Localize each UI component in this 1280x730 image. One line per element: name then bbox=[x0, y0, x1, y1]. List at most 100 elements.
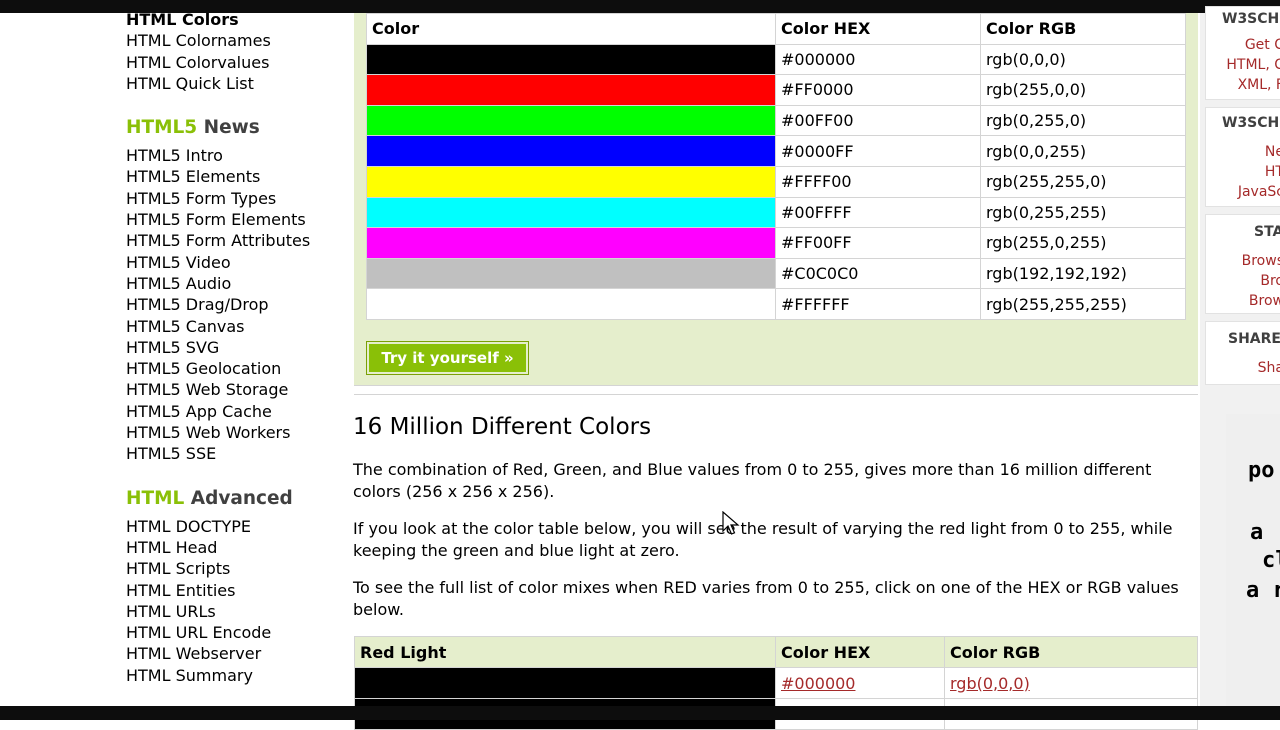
advertisement-image: po a cl a r bbox=[1226, 414, 1280, 706]
table-row: #00FFFF rgb(0,255,255) bbox=[366, 196, 1186, 229]
sidebar-item-html-head[interactable]: HTML Head bbox=[126, 537, 341, 558]
hex-cell: #C0C0C0 bbox=[775, 257, 981, 290]
column-header-red-light: Red Light bbox=[354, 636, 776, 668]
bottom-black-bar bbox=[0, 706, 1280, 720]
hex-cell: #FF0000 bbox=[775, 74, 981, 106]
sidebar-item-html-entities[interactable]: HTML Entities bbox=[126, 580, 341, 601]
right-box-link[interactable]: Brow bbox=[1206, 291, 1280, 311]
sidebar-item-html5-svg[interactable]: HTML5 SVG bbox=[126, 337, 341, 358]
right-box-w3schools-1: W3SCH Get C HTML, C XML, F bbox=[1205, 6, 1280, 100]
table-row: #FF0000 rgb(255,0,0) bbox=[366, 74, 1186, 106]
hex-cell: #000000 bbox=[775, 667, 945, 699]
sidebar-item-html5-audio[interactable]: HTML5 Audio bbox=[126, 273, 341, 294]
right-box-w3schools-2: W3SCH Ne HT JavaSc bbox=[1205, 107, 1280, 207]
sidebar-heading-html-advanced: HTML Advanced bbox=[126, 488, 341, 510]
sidebar-item-html-summary[interactable]: HTML Summary bbox=[126, 665, 341, 686]
color-table: Color Color HEX Color RGB #000000 rgb(0,0… bbox=[366, 13, 1186, 320]
table-row: #000000 rgb(0,0,0) bbox=[366, 43, 1186, 76]
sidebar-item-html-colorvalues[interactable]: HTML Colorvalues bbox=[126, 52, 341, 73]
sidebar-item-html5-elements[interactable]: HTML5 Elements bbox=[126, 166, 341, 187]
right-box-link[interactable]: XML, F bbox=[1206, 75, 1280, 95]
hex-cell: #000000 bbox=[775, 43, 981, 76]
right-box-heading: W3SCH bbox=[1222, 115, 1280, 131]
hex-cell: #FF00FF bbox=[775, 227, 981, 259]
ad-text: cl bbox=[1262, 548, 1280, 573]
color-swatch bbox=[366, 196, 776, 229]
rgb-cell: rgb(255,255,255) bbox=[980, 288, 1186, 320]
rgb-cell: rgb(255,0,255) bbox=[980, 227, 1186, 259]
sidebar-item-html5-web-storage[interactable]: HTML5 Web Storage bbox=[126, 379, 341, 400]
rgb-cell: rgb(0,255,0) bbox=[980, 104, 1186, 137]
right-box-link[interactable]: HTML, C bbox=[1206, 55, 1280, 75]
right-box-link[interactable]: JavaSc bbox=[1206, 182, 1280, 202]
table-header-row: Color Color HEX Color RGB bbox=[366, 13, 1186, 45]
sidebar-item-html-url-encode[interactable]: HTML URL Encode bbox=[126, 622, 341, 643]
color-swatch bbox=[366, 227, 776, 259]
right-box-link[interactable]: Get C bbox=[1206, 35, 1280, 55]
share-link[interactable]: Sha bbox=[1206, 358, 1280, 378]
table-row: #FFFF00 rgb(255,255,0) bbox=[366, 165, 1186, 198]
column-header-rgb: Color RGB bbox=[980, 13, 1186, 45]
color-swatch bbox=[366, 135, 776, 167]
color-swatch bbox=[366, 74, 776, 106]
right-box-link[interactable]: Bro bbox=[1206, 271, 1280, 291]
right-box-heading: STA bbox=[1254, 224, 1280, 240]
table-row: #0000FF rgb(0,0,255) bbox=[366, 135, 1186, 167]
right-box-link[interactable]: HT bbox=[1206, 162, 1280, 182]
divider bbox=[354, 394, 1198, 395]
sidebar-item-html-quick-list[interactable]: HTML Quick List bbox=[126, 73, 341, 94]
right-box-link[interactable]: Brows bbox=[1206, 251, 1280, 271]
sidebar-item-html5-canvas[interactable]: HTML5 Canvas bbox=[126, 316, 341, 337]
color-swatch bbox=[366, 257, 776, 290]
paragraph-full-list: To see the full list of color mixes when… bbox=[353, 578, 1179, 619]
rgb-cell: rgb(0,0,255) bbox=[980, 135, 1186, 167]
color-swatch bbox=[366, 165, 776, 198]
color-swatch bbox=[366, 43, 776, 76]
sidebar-item-html-doctype[interactable]: HTML DOCTYPE bbox=[126, 516, 341, 537]
sidebar-item-html-urls[interactable]: HTML URLs bbox=[126, 601, 341, 622]
color-swatch bbox=[366, 288, 776, 320]
hex-cell: #00FF00 bbox=[775, 104, 981, 137]
sidebar-item-html-scripts[interactable]: HTML Scripts bbox=[126, 558, 341, 579]
color-swatch bbox=[366, 104, 776, 137]
left-sidebar: HTML Colors HTML Colornames HTML Colorva… bbox=[126, 9, 341, 686]
hex-link[interactable]: #000000 bbox=[781, 674, 855, 693]
heading-green-part: HTML5 bbox=[126, 117, 198, 139]
hex-cell: #0000FF bbox=[775, 135, 981, 167]
sidebar-item-html5-sse[interactable]: HTML5 SSE bbox=[126, 443, 341, 464]
sidebar-item-html5-app-cache[interactable]: HTML5 App Cache bbox=[126, 401, 341, 422]
sidebar-item-html5-intro[interactable]: HTML5 Intro bbox=[126, 145, 341, 166]
sidebar-item-html-colornames[interactable]: HTML Colornames bbox=[126, 30, 341, 51]
try-it-yourself-button[interactable]: Try it yourself » bbox=[366, 341, 529, 375]
hex-cell: #FFFFFF bbox=[775, 288, 981, 320]
sidebar-item-html5-drag-drop[interactable]: HTML5 Drag/Drop bbox=[126, 294, 341, 315]
ad-text: po bbox=[1248, 458, 1275, 483]
color-swatch bbox=[354, 667, 776, 699]
sidebar-heading-html5-news: HTML5 News bbox=[126, 117, 341, 139]
sidebar-item-html5-geolocation[interactable]: HTML5 Geolocation bbox=[126, 358, 341, 379]
table-row: #00FF00 rgb(0,255,0) bbox=[366, 104, 1186, 137]
heading-green-part: HTML bbox=[126, 487, 185, 509]
sidebar-item-html-webserver[interactable]: HTML Webserver bbox=[126, 643, 341, 664]
sidebar-item-html5-form-attributes[interactable]: HTML5 Form Attributes bbox=[126, 230, 341, 251]
rgb-cell: rgb(0,0,0) bbox=[980, 43, 1186, 76]
column-header-rgb: Color RGB bbox=[944, 636, 1198, 668]
rgb-cell: rgb(192,192,192) bbox=[980, 257, 1186, 290]
rgb-cell: rgb(255,255,0) bbox=[980, 165, 1186, 198]
sidebar-item-html5-form-elements[interactable]: HTML5 Form Elements bbox=[126, 209, 341, 230]
right-box-statistics: STA Brows Bro Brow bbox=[1205, 214, 1280, 314]
column-header-hex: Color HEX bbox=[775, 13, 981, 45]
sidebar-item-html5-video[interactable]: HTML5 Video bbox=[126, 252, 341, 273]
rgb-link[interactable]: rgb(0,0,0) bbox=[950, 674, 1030, 693]
sidebar-item-html-colors[interactable]: HTML Colors bbox=[126, 9, 341, 30]
table-row: #000000 rgb(0,0,0) bbox=[354, 667, 1198, 699]
table-header-row: Red Light Color HEX Color RGB bbox=[354, 636, 1198, 668]
paragraph-combination: The combination of Red, Green, and Blue … bbox=[353, 460, 1152, 501]
rgb-cell: rgb(0,255,255) bbox=[980, 196, 1186, 229]
sidebar-item-html5-form-types[interactable]: HTML5 Form Types bbox=[126, 188, 341, 209]
table-row: #FFFFFF rgb(255,255,255) bbox=[366, 288, 1186, 320]
right-box-link[interactable]: Ne bbox=[1206, 142, 1280, 162]
sidebar-item-html5-web-workers[interactable]: HTML5 Web Workers bbox=[126, 422, 341, 443]
mouse-cursor-icon bbox=[722, 511, 740, 535]
heading-rest-part: News bbox=[203, 117, 260, 139]
